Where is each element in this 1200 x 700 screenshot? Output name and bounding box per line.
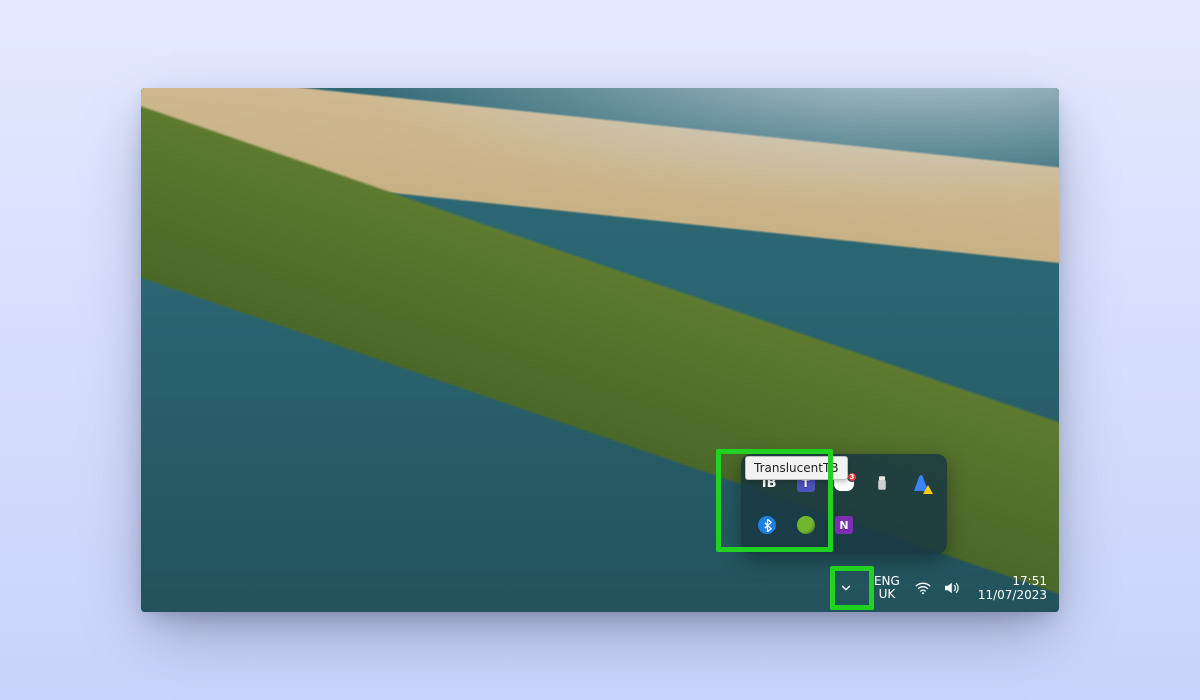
chevron-down-icon [839,581,853,595]
system-tray: ENG UK 17:51 11/07/2023 [828,570,1047,606]
desktop-screenshot: TB T 3 [141,88,1059,612]
quick-settings[interactable] [910,579,964,597]
taskbar: ENG UK 17:51 11/07/2023 [141,564,1059,612]
nvidia-icon [797,516,815,534]
clock-date: 11/07/2023 [978,588,1047,602]
taskbar-clock[interactable]: 17:51 11/07/2023 [974,574,1047,602]
tray-icon-bluetooth[interactable] [754,512,780,538]
language-secondary: UK [879,588,896,601]
usb-icon [873,474,891,492]
wifi-icon [914,579,932,597]
bluetooth-icon [758,516,776,534]
tooltip: TranslucentTB [745,456,848,480]
onenote-icon: N [835,516,853,534]
tray-icon-nvidia[interactable] [793,512,819,538]
tray-overflow-chevron[interactable] [828,570,864,606]
language-indicator[interactable]: ENG UK [874,575,900,601]
clock-time: 17:51 [1012,574,1047,588]
volume-icon [942,579,960,597]
alert-icon [911,474,931,492]
tray-icon-onenote[interactable]: N [831,512,857,538]
tray-icon-usb[interactable] [869,470,895,496]
tray-icon-alert[interactable] [908,470,934,496]
